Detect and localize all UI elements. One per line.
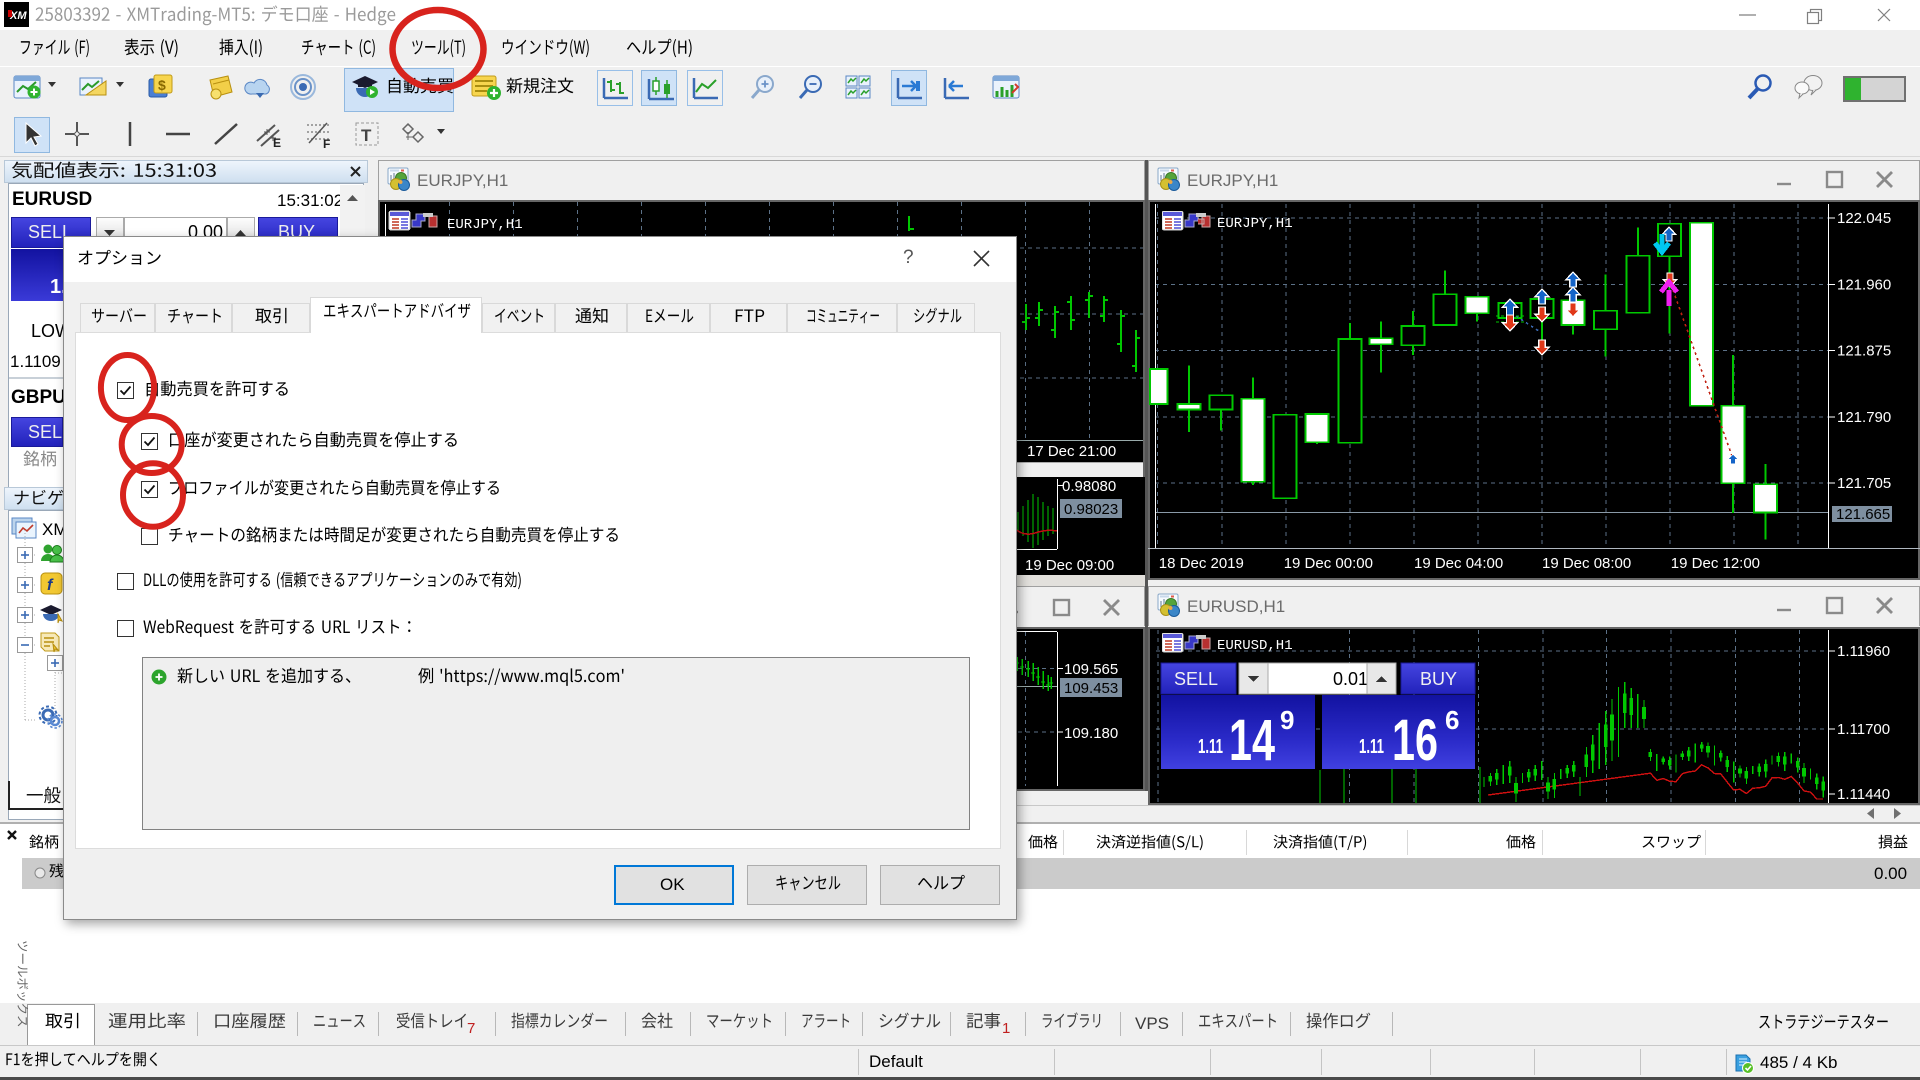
- svg-text:19 Dec 12:00: 19 Dec 12:00: [1671, 555, 1760, 572]
- svg-text:19 Dec 00:00: 19 Dec 00:00: [1284, 555, 1373, 572]
- svg-text:109.453: 109.453: [1064, 680, 1118, 697]
- svg-text:BUY: BUY: [1420, 669, 1457, 689]
- svg-text:1.11440: 1.11440: [1837, 786, 1890, 803]
- svg-text:EURUSD,H1: EURUSD,H1: [1217, 638, 1293, 654]
- svg-text:109.565: 109.565: [1064, 661, 1118, 678]
- svg-text:121.875: 121.875: [1837, 343, 1891, 360]
- svg-text:F: F: [323, 137, 330, 151]
- svg-text:1.11960: 1.11960: [1837, 643, 1890, 660]
- svg-text:19 Dec 08:00: 19 Dec 08:00: [1542, 555, 1631, 572]
- svg-text:0.01: 0.01: [1333, 669, 1368, 689]
- svg-text:EURJPY,H1: EURJPY,H1: [1217, 216, 1293, 232]
- svg-text:122.045: 122.045: [1837, 210, 1891, 227]
- svg-text:19 Dec 09:00: 19 Dec 09:00: [1025, 557, 1114, 574]
- svg-text:121.705: 121.705: [1837, 475, 1891, 492]
- svg-text:18 Dec 2019: 18 Dec 2019: [1159, 555, 1244, 572]
- svg-text:121.960: 121.960: [1837, 276, 1891, 293]
- svg-text:T: T: [361, 126, 372, 145]
- svg-text:1.11700: 1.11700: [1837, 721, 1890, 738]
- svg-text:E: E: [273, 136, 281, 150]
- svg-text:16: 16: [1392, 708, 1438, 773]
- svg-text:1.11: 1.11: [1198, 736, 1223, 758]
- svg-text:SELL: SELL: [1174, 669, 1218, 689]
- svg-text:$: $: [158, 77, 166, 93]
- svg-text:121.665: 121.665: [1836, 506, 1890, 523]
- svg-text:9: 9: [1280, 705, 1294, 735]
- svg-text:19 Dec 04:00: 19 Dec 04:00: [1414, 555, 1503, 572]
- svg-text:121.790: 121.790: [1837, 409, 1891, 426]
- svg-text:1.11: 1.11: [1359, 736, 1384, 758]
- svg-text:17 Dec 21:00: 17 Dec 21:00: [1027, 443, 1116, 460]
- svg-text:EURJPY,H1: EURJPY,H1: [447, 217, 523, 233]
- svg-text:109.180: 109.180: [1064, 725, 1118, 742]
- svg-text:0.98080: 0.98080: [1062, 478, 1116, 495]
- svg-text:0.98023: 0.98023: [1064, 501, 1118, 518]
- svg-text:6: 6: [1445, 705, 1459, 735]
- svg-text:14: 14: [1229, 708, 1275, 773]
